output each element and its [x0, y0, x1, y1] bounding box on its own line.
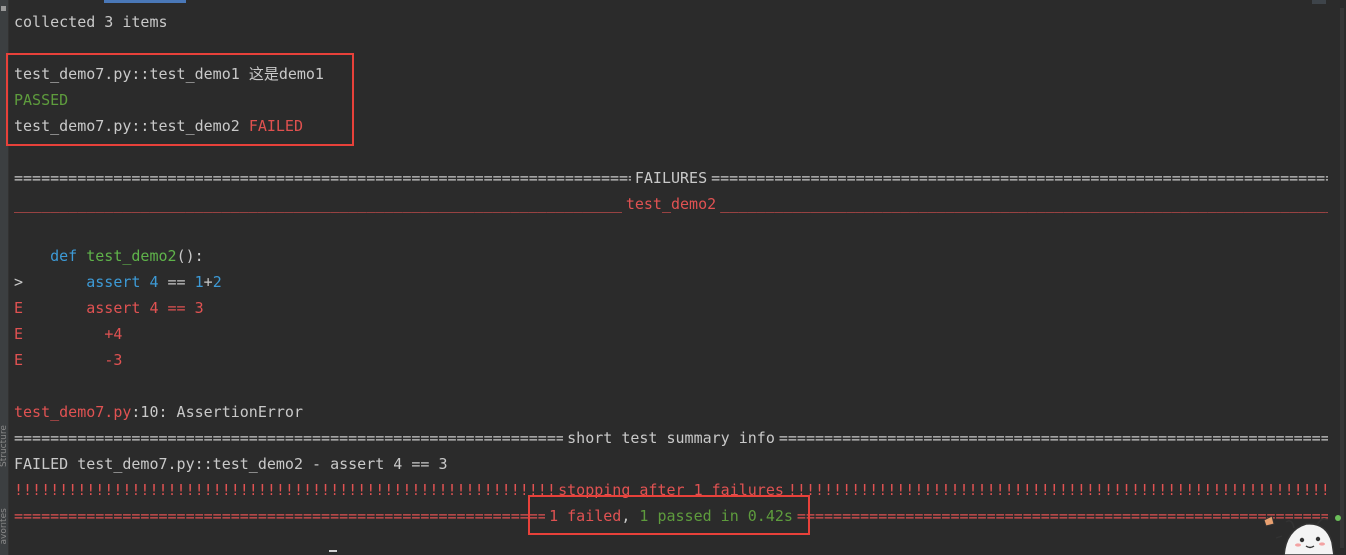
- mascot-drawing: [1263, 515, 1341, 555]
- summary-line: FAILED test_demo7.py::test_demo2 - asser…: [14, 455, 448, 473]
- separator-fill: !!!!!!!!!!!!!!!!!!!!!!!!!!!!!!!!!!!!!!!!…: [787, 481, 1328, 499]
- error-line-1: E assert 4 == 3: [14, 295, 1328, 321]
- separator-fill: ========================================…: [14, 507, 546, 525]
- favorites-tool-tab[interactable]: avorites: [0, 508, 8, 544]
- separator-fill: ========================================…: [14, 169, 631, 187]
- function-name: test_demo2: [86, 247, 177, 265]
- assert-left-number: 4: [149, 273, 159, 291]
- highlight-box-test-results: [6, 53, 354, 146]
- active-tab-indicator: [104, 0, 186, 3]
- separator-fill: ========================================…: [796, 507, 1328, 525]
- error-marker: E: [14, 351, 24, 369]
- error-line-3: E -3: [14, 347, 1328, 373]
- summary-title: short test summary info: [567, 429, 775, 447]
- def-keyword: def: [50, 247, 78, 265]
- assertion-error-text: :10: AssertionError: [131, 403, 303, 421]
- error-marker: E: [14, 325, 24, 343]
- error-text: assert 4 == 3: [86, 299, 204, 317]
- assert-plus: +: [203, 273, 213, 291]
- separator-fill: ________________________________________…: [14, 195, 622, 213]
- failures-separator: ========================================…: [14, 165, 1328, 191]
- test-section-separator: ________________________________________…: [14, 191, 1328, 217]
- arrow-marker: >: [14, 273, 24, 291]
- error-file-link[interactable]: test_demo7.py: [14, 403, 131, 421]
- error-text: +4: [104, 325, 123, 343]
- text-cursor-marker: [329, 550, 337, 552]
- def-paren: ():: [176, 247, 204, 265]
- top-right-control[interactable]: [1312, 0, 1326, 4]
- separator-fill: !!!!!!!!!!!!!!!!!!!!!!!!!!!!!!!!!!!!!!!!…: [14, 481, 555, 499]
- highlight-box-summary: [528, 495, 810, 535]
- error-marker: E: [14, 299, 24, 317]
- separator-fill: ________________________________________…: [720, 195, 1328, 213]
- separator-fill: ========================================…: [14, 429, 564, 447]
- summary-separator: ========================================…: [14, 425, 1328, 451]
- failures-title: FAILURES: [634, 169, 708, 187]
- assert-number-one: 1: [194, 273, 204, 291]
- assert-source-line: > assert 4 == 1+2: [14, 269, 1328, 295]
- gutter-marker: [1, 6, 6, 11]
- separator-fill: ========================================…: [711, 169, 1328, 187]
- error-line-2: E +4: [14, 321, 1328, 347]
- vertical-scrollbar[interactable]: [1340, 8, 1344, 548]
- test-section-title: test_demo2: [625, 195, 717, 213]
- assert-operator: ==: [158, 273, 195, 291]
- error-text: -3: [104, 351, 123, 369]
- collected-line: collected 3 items: [14, 13, 168, 31]
- structure-tool-tab[interactable]: Structure: [0, 425, 8, 467]
- assert-keyword: assert: [86, 273, 141, 291]
- def-line: def test_demo2():: [14, 243, 1328, 269]
- separator-fill: ========================================…: [778, 429, 1328, 447]
- assert-number-two: 2: [212, 273, 222, 291]
- assertion-error-line: test_demo7.py:10: AssertionError: [14, 399, 1328, 425]
- mascot-sticker: [1262, 508, 1346, 555]
